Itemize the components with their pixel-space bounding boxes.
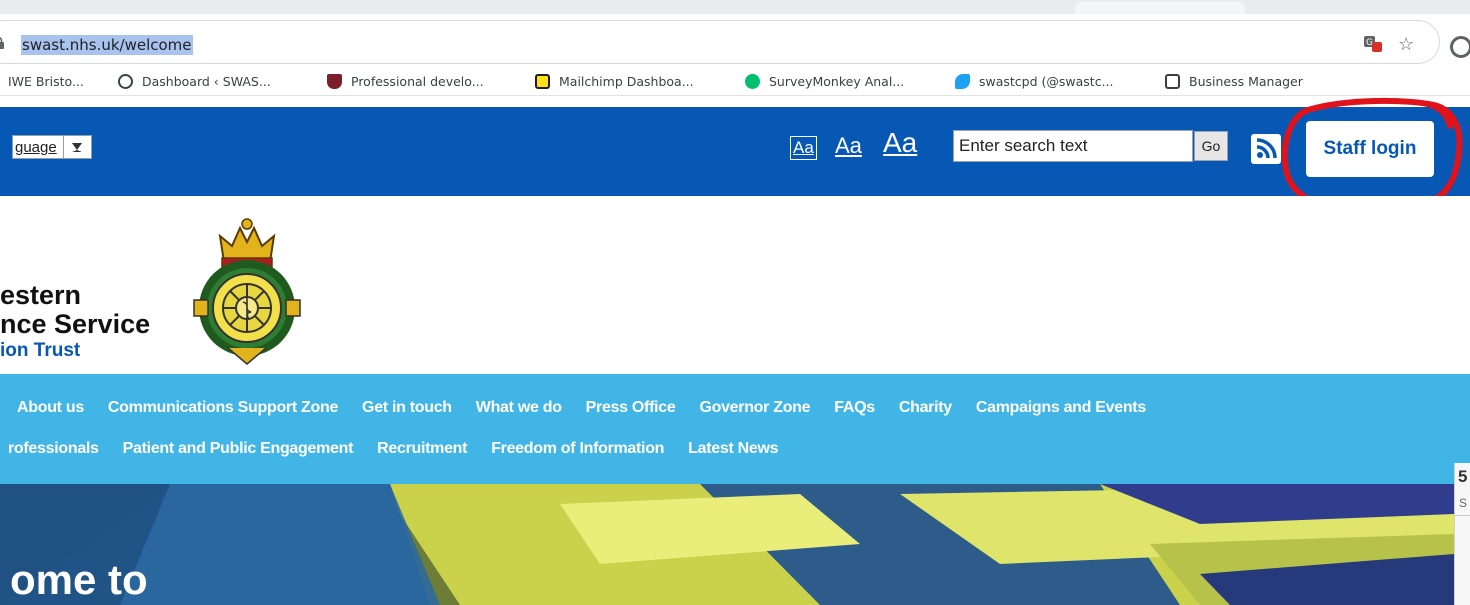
nav-recruitment[interactable]: Recruitment <box>377 440 467 458</box>
language-select[interactable]: guage <box>12 135 92 159</box>
mailchimp-icon <box>535 73 550 89</box>
text-size-small-button[interactable]: Aa <box>790 136 817 160</box>
logo-text-line-3[interactable]: ion Trust <box>0 340 80 362</box>
nav-get-in-touch[interactable]: Get in touch <box>362 399 452 417</box>
bookmark-label: SurveyMonkey Anal... <box>769 73 905 89</box>
bookmark-item[interactable]: IWE Bristo... <box>0 72 84 90</box>
bookmark-item[interactable]: Dashboard ‹ SWAS... <box>118 72 271 90</box>
nav-latest-news[interactable]: Latest News <box>688 440 778 458</box>
side-panel-divider <box>1455 515 1470 516</box>
side-panel-letter: S <box>1459 496 1468 510</box>
browser-toolbar: swast.nhs.uk/welcome G ☆ <box>0 14 1470 66</box>
search-input[interactable]: Enter search text <box>953 130 1193 162</box>
bookmark-label: Dashboard ‹ SWAS... <box>142 73 271 89</box>
bookmark-label: Professional develo... <box>351 73 484 89</box>
logo-band: estern nce Service ion Trust <box>0 196 1470 374</box>
bookmark-label: Mailchimp Dashboa... <box>559 73 694 89</box>
bookmark-item[interactable]: SurveyMonkey Anal... <box>745 72 904 90</box>
profile-avatar-icon[interactable] <box>1450 36 1470 58</box>
nav-about-us[interactable]: About us <box>17 399 84 417</box>
dropdown-arrow-icon[interactable] <box>62 136 91 158</box>
twitter-icon <box>955 73 970 89</box>
language-label: guage <box>15 138 57 156</box>
svg-text:G: G <box>1366 38 1373 48</box>
ambulance-photo <box>0 484 1454 605</box>
bookmark-item[interactable]: Mailchimp Dashboa... <box>535 72 694 90</box>
nav-charity[interactable]: Charity <box>899 399 952 417</box>
nav-patient-public-engagement[interactable]: Patient and Public Engagement <box>123 440 354 458</box>
bookmarks-bar: IWE Bristo... Dashboard ‹ SWAS... Profes… <box>0 66 1470 96</box>
nav-campaigns-and-events[interactable]: Campaigns and Events <box>976 399 1146 417</box>
nav-communications-support-zone[interactable]: Communications Support Zone <box>108 399 338 417</box>
rss-icon[interactable] <box>1251 134 1281 164</box>
nav-press-office[interactable]: Press Office <box>586 399 676 417</box>
logo-text-line-1[interactable]: estern <box>0 280 81 311</box>
bookmark-label: Business Manager <box>1189 73 1303 89</box>
translate-icon[interactable]: G <box>1363 35 1383 56</box>
site-topbar: guage Aa Aa Aa Enter search text Go Staf… <box>0 107 1470 196</box>
side-panel-tab[interactable]: 5 S <box>1454 463 1470 605</box>
bookmark-label: IWE Bristo... <box>8 73 84 89</box>
browser-tabstrip <box>0 0 1470 14</box>
nav-row-primary: About us Communications Support Zone Get… <box>17 399 1170 417</box>
nav-freedom-of-information[interactable]: Freedom of Information <box>491 440 664 458</box>
wordpress-icon <box>118 73 133 89</box>
url-text[interactable]: swast.nhs.uk/welcome <box>21 35 193 55</box>
shield-crest-icon <box>327 73 342 89</box>
search-go-button[interactable]: Go <box>1194 131 1228 161</box>
nav-faqs[interactable]: FAQs <box>834 399 875 417</box>
text-size-large-button[interactable]: Aa <box>883 127 917 159</box>
bookmark-item[interactable]: Business Manager <box>1165 72 1303 90</box>
lock-icon[interactable] <box>0 37 5 49</box>
hero-banner: ome to <box>0 484 1454 605</box>
bookmark-label: swastcpd (@swastc... <box>979 73 1114 89</box>
nav-professionals[interactable]: rofessionals <box>8 440 99 458</box>
ambulance-crest-logo[interactable] <box>190 214 304 366</box>
side-panel-number: 5 <box>1458 467 1468 486</box>
hero-heading: ome to <box>10 556 148 603</box>
nav-what-we-do[interactable]: What we do <box>476 399 562 417</box>
business-manager-icon <box>1165 73 1180 89</box>
text-size-medium-button[interactable]: Aa <box>835 133 862 159</box>
nav-row-secondary: rofessionals Patient and Public Engageme… <box>8 440 802 458</box>
logo-text-line-2[interactable]: nce Service <box>0 309 150 340</box>
main-navigation: About us Communications Support Zone Get… <box>0 374 1470 484</box>
browser-tab[interactable] <box>1075 2 1245 14</box>
staff-login-button[interactable]: Staff login <box>1306 121 1434 177</box>
nav-governor-zone[interactable]: Governor Zone <box>699 399 810 417</box>
bookmark-item[interactable]: swastcpd (@swastc... <box>955 72 1114 90</box>
bookmark-item[interactable]: Professional develo... <box>327 72 484 90</box>
bookmark-star-icon[interactable]: ☆ <box>1398 35 1414 53</box>
surveymonkey-icon <box>745 73 760 89</box>
address-bar[interactable]: swast.nhs.uk/welcome G ☆ <box>0 20 1440 64</box>
